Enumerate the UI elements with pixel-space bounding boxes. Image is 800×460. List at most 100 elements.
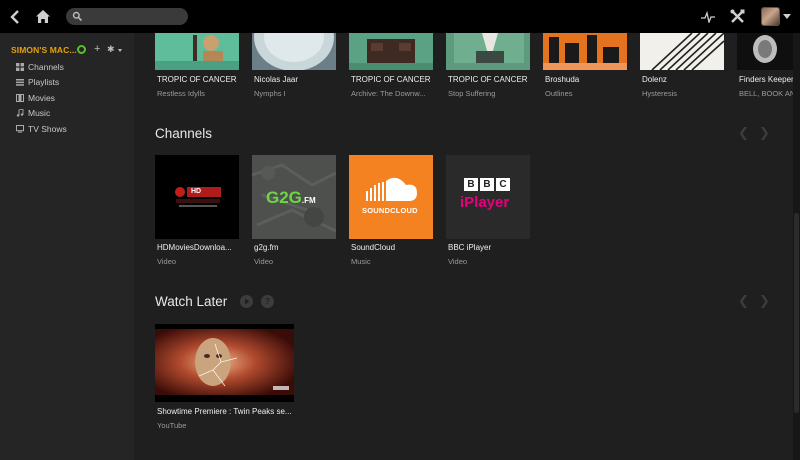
back-button[interactable]: [6, 0, 24, 33]
album-card[interactable]: TROPIC OF CANCER Archive: The Downw...: [349, 33, 433, 98]
sidebar-item-label: TV Shows: [28, 124, 67, 134]
g2g-logo: G2G.FM: [266, 188, 316, 208]
album-artist: Outlines: [545, 89, 573, 98]
channel-type: Video: [157, 257, 177, 266]
bbc-logo: B B C: [464, 178, 510, 191]
channel-tile-g2g[interactable]: G2G.FM: [252, 155, 336, 239]
tv-icon: [16, 125, 24, 133]
album-artist: Hysteresis: [642, 89, 678, 98]
video-thumbnail[interactable]: [155, 324, 294, 402]
home-button[interactable]: [33, 0, 53, 33]
sidebar-item-music[interactable]: Music: [16, 106, 50, 120]
album-title: Nicolas Jaar: [254, 75, 299, 84]
album-title: Finders Keeper: [739, 75, 793, 84]
g2g-logo-suffix: .FM: [301, 196, 316, 205]
soundcloud-logo-text: SOUNDCLOUD: [362, 206, 418, 215]
section-title-channels: Channels: [155, 126, 213, 141]
activity-pulse-icon: [701, 10, 715, 23]
film-icon: [16, 94, 24, 102]
channel-type: Video: [448, 257, 468, 266]
chevron-left-icon[interactable]: ❮: [738, 125, 749, 141]
bbc-letter: C: [496, 178, 510, 191]
video-title: Showtime Premiere : Twin Peaks se...: [157, 407, 292, 416]
channel-tile-hdmovies[interactable]: HD: [155, 155, 239, 239]
play-icon: [244, 298, 249, 305]
home-icon: [36, 10, 50, 23]
album-artist: Restless Idylls: [157, 89, 205, 98]
chevron-down-icon[interactable]: [783, 14, 791, 19]
gear-icon[interactable]: ✱: [107, 44, 115, 55]
album-card[interactable]: Broshuda Outlines: [543, 33, 627, 98]
vertical-scrollbar[interactable]: [793, 33, 800, 460]
search-input[interactable]: [66, 8, 188, 25]
album-card[interactable]: TROPIC OF CANCER Restless Idylls: [155, 33, 239, 98]
album-card[interactable]: Nicolas Jaar Nymphs I: [252, 33, 336, 98]
bbc-letter: B: [464, 178, 478, 191]
channel-type: Video: [254, 257, 274, 266]
search-icon: [72, 11, 83, 22]
album-art[interactable]: [155, 33, 239, 70]
album-card[interactable]: TROPIC OF CANCER Stop Suffering: [446, 33, 530, 98]
album-artist: Archive: The Downw...: [351, 89, 426, 98]
channel-title: HDMoviesDownloa...: [157, 243, 232, 252]
album-art[interactable]: [349, 33, 433, 70]
play-button[interactable]: [240, 295, 253, 308]
help-button[interactable]: ?: [261, 295, 274, 308]
server-name[interactable]: SIMON'S MAC...: [11, 45, 77, 55]
chevron-right-icon[interactable]: ❯: [759, 125, 770, 141]
album-art[interactable]: [252, 33, 336, 70]
chevron-down-icon[interactable]: [118, 49, 122, 52]
activity-button[interactable]: [700, 0, 716, 33]
channel-type: Music: [351, 257, 371, 266]
channel-title: SoundCloud: [351, 243, 396, 252]
main-content: TROPIC OF CANCER Restless Idylls Nicolas…: [134, 33, 793, 460]
section-title-watch-later: Watch Later: [155, 294, 228, 309]
album-artist: Nymphs I: [254, 89, 286, 98]
album-artist: BELL, BOOK AN: [739, 89, 793, 98]
sidebar-item-playlists[interactable]: Playlists: [16, 75, 59, 89]
channel-title: BBC iPlayer: [448, 243, 492, 252]
sidebar-item-label: Movies: [28, 93, 55, 103]
sidebar: SIMON'S MAC... + ✱ Channels Playlists Mo…: [0, 33, 134, 460]
album-title: TROPIC OF CANCER: [351, 75, 431, 84]
sidebar-item-movies[interactable]: Movies: [16, 91, 55, 105]
g2g-logo-main: G2G: [266, 188, 302, 207]
scrollbar-thumb[interactable]: [794, 213, 799, 413]
album-art[interactable]: [446, 33, 530, 70]
grid-icon: [16, 63, 24, 71]
album-card[interactable]: Finders Keeper BELL, BOOK AN: [737, 33, 793, 98]
sidebar-item-tv-shows[interactable]: TV Shows: [16, 122, 67, 136]
album-title: TROPIC OF CANCER: [448, 75, 528, 84]
chevron-left-icon[interactable]: ❮: [738, 293, 749, 309]
top-bar: [0, 0, 800, 33]
chevron-right-icon[interactable]: ❯: [759, 293, 770, 309]
album-title: Broshuda: [545, 75, 580, 84]
plus-icon[interactable]: +: [94, 43, 100, 55]
album-art[interactable]: [640, 33, 724, 70]
chevron-left-icon: [10, 9, 19, 24]
tools-icon: [730, 9, 744, 23]
album-title: TROPIC OF CANCER: [157, 75, 237, 84]
channel-tile-soundcloud[interactable]: SOUNDCLOUD: [349, 155, 433, 239]
channel-tile-bbc-iplayer[interactable]: B B C iPlayer: [446, 155, 530, 239]
channel-logo-text: HD: [191, 188, 202, 195]
music-note-icon: [16, 108, 24, 117]
album-art[interactable]: [737, 33, 793, 70]
album-title: Dolenz: [642, 75, 667, 84]
album-artist: Stop Suffering: [448, 89, 496, 98]
album-art[interactable]: [543, 33, 627, 70]
album-card[interactable]: Dolenz Hysteresis: [640, 33, 724, 98]
user-avatar[interactable]: [761, 7, 780, 26]
sidebar-item-label: Playlists: [28, 77, 60, 87]
server-row: SIMON'S MAC... + ✱: [0, 43, 134, 59]
sidebar-item-label: Channels: [28, 62, 64, 72]
list-icon: [16, 78, 24, 86]
channel-title: g2g.fm: [254, 243, 279, 252]
bbc-letter: B: [480, 178, 494, 191]
video-source: YouTube: [157, 421, 187, 430]
sync-status-icon: [77, 45, 86, 54]
sidebar-item-label: Music: [28, 108, 51, 118]
settings-button[interactable]: [729, 0, 745, 33]
question-mark-icon: ?: [265, 297, 270, 306]
sidebar-item-channels[interactable]: Channels: [16, 60, 64, 74]
